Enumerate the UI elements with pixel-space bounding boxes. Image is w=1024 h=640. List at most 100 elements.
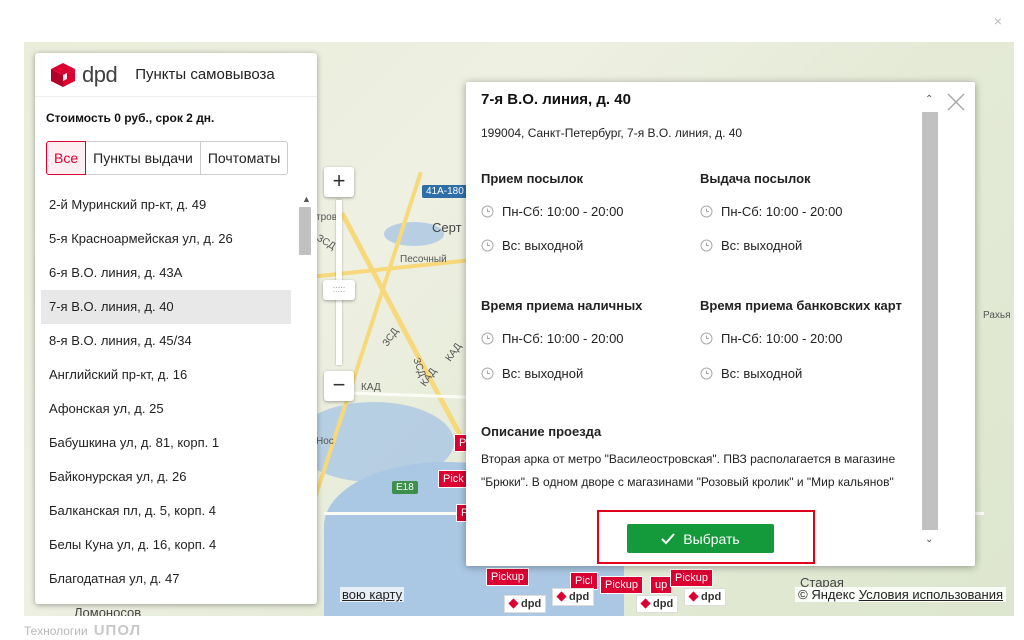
pickup-marker[interactable]: Pick xyxy=(438,470,469,488)
detail-scrollbar-thumb[interactable] xyxy=(922,112,938,530)
panel-header: dpd Пункты самовывоза xyxy=(35,53,317,97)
map-label-lomonosov: Ломоносов xyxy=(74,605,142,616)
clock-icon xyxy=(481,367,494,380)
terms-link[interactable]: Условия использования xyxy=(859,587,1003,602)
section-issue-title: Выдача посылок xyxy=(700,171,811,186)
schedule-text: Пн-Сб: 10:00 - 20:00 xyxy=(502,331,624,346)
clock-icon xyxy=(700,367,713,380)
checkmark-icon xyxy=(661,532,676,544)
schedule-row: Вс: выходной xyxy=(481,238,583,253)
select-button[interactable]: Выбрать xyxy=(627,524,774,553)
list-item-selected[interactable]: 7-я В.О. линия, д. 40 xyxy=(41,290,291,324)
tab-postamats[interactable]: Почтоматы xyxy=(200,141,289,175)
road-label: КАД xyxy=(361,382,381,393)
pickup-points-panel: dpd Пункты самовывоза Стоимость 0 руб., … xyxy=(35,53,317,604)
filter-tabs: Все Пункты выдачи Почтоматы xyxy=(46,141,317,175)
schedule-row: Вс: выходной xyxy=(700,238,802,253)
clock-icon xyxy=(481,239,494,252)
schedule-text: Пн-Сб: 10:00 - 20:00 xyxy=(721,331,843,346)
close-icon[interactable] xyxy=(945,91,967,113)
zoom-out-button[interactable]: − xyxy=(324,371,354,401)
page: × Серт Песочный Рахья Старая Ломоносов Н… xyxy=(0,0,1024,640)
schedule-row: Пн-Сб: 10:00 - 20:00 xyxy=(700,204,843,219)
map-label-trov: тров xyxy=(316,212,338,223)
schedule-row: Пн-Сб: 10:00 - 20:00 xyxy=(700,331,843,346)
list-scroll-up-icon[interactable]: ▲ xyxy=(302,194,311,204)
pickup-marker[interactable]: Pickup xyxy=(600,576,644,594)
map-label-nos: Нос xyxy=(316,436,334,447)
road-badge: 41А-180 xyxy=(422,185,468,198)
pickup-marker[interactable]: up xyxy=(650,576,673,594)
map-open-link[interactable]: вою карту xyxy=(340,587,405,602)
clock-icon xyxy=(481,205,494,218)
road-label: КАД xyxy=(443,341,464,364)
section-cash-title: Время приема наличных xyxy=(481,298,643,313)
delivery-cost: Стоимость 0 руб., срок 2 дн. xyxy=(46,111,215,125)
list-item[interactable]: Байконурская ул, д. 26 xyxy=(41,460,291,494)
list-item[interactable]: 2-й Муринский пр-кт, д. 49 xyxy=(41,188,291,222)
map-label-sert: Серт xyxy=(432,220,462,235)
dpd-marker[interactable]: dpd xyxy=(636,595,679,613)
pickup-marker[interactable]: Pickup xyxy=(670,569,714,587)
close-icon[interactable]: × xyxy=(989,12,1007,30)
detail-scroll-down-icon[interactable]: ⌄ xyxy=(925,534,933,545)
section-cards-title: Время приема банковских карт xyxy=(700,298,902,313)
map-copyright: © Яндекс Условия использования xyxy=(795,587,1006,602)
clock-icon xyxy=(700,239,713,252)
schedule-row: Вс: выходной xyxy=(700,366,802,381)
zoom-slider-handle[interactable]: ::::: xyxy=(323,280,355,300)
clock-icon xyxy=(481,332,494,345)
section-receive-title: Прием посылок xyxy=(481,171,584,186)
list-scrollbar-thumb[interactable] xyxy=(299,207,311,255)
zoom-in-button[interactable]: + xyxy=(324,167,354,197)
list-item[interactable]: Благодатная ул, д. 47 xyxy=(41,562,291,596)
detail-scroll-up-icon[interactable]: ⌃ xyxy=(925,94,933,105)
upop-logo: UПОЛ xyxy=(93,622,142,639)
dpd-logo-text: dpd xyxy=(82,61,118,87)
schedule-row: Вс: выходной xyxy=(481,366,583,381)
clock-icon xyxy=(700,332,713,345)
map-label-pesochny: Песочный xyxy=(400,254,447,265)
map-label-rakhya: Рахья xyxy=(983,310,1011,321)
dpd-marker[interactable]: dpd xyxy=(684,588,727,606)
description-title: Описание проезда xyxy=(481,424,602,439)
pickup-point-details: 7-я В.О. линия, д. 40 199004, Санкт-Пете… xyxy=(466,82,975,566)
dpd-marker[interactable]: dpd xyxy=(552,588,595,606)
road-badge: E18 xyxy=(392,481,418,494)
panel-title: Пункты самовывоза xyxy=(135,66,275,83)
tab-all[interactable]: Все xyxy=(46,141,87,175)
powered-by: Технологии UПОЛ xyxy=(24,622,141,639)
detail-address: 199004, Санкт-Петербург, 7-я В.О. линия,… xyxy=(481,126,743,140)
list-item[interactable]: Балканская пл, д. 5, корп. 4 xyxy=(41,494,291,528)
copyright-text: © Яндекс xyxy=(798,587,856,602)
schedule-row: Пн-Сб: 10:00 - 20:00 xyxy=(481,204,624,219)
tab-pickup-points[interactable]: Пункты выдачи xyxy=(86,141,201,175)
list-item[interactable]: Бабушкина ул, д. 81, корп. 1 xyxy=(41,426,291,460)
dpd-marker[interactable]: dpd xyxy=(504,595,547,613)
description-text: Вторая арка от метро "Василеостровская".… xyxy=(481,452,896,489)
road-label: ЗСД xyxy=(410,356,428,379)
road-label: ЗСД xyxy=(314,232,338,253)
dpd-cube-icon xyxy=(50,62,76,88)
list-item[interactable]: Афонская ул, д. 25 xyxy=(41,392,291,426)
list-item[interactable]: 5-я Красноармейская ул, д. 26 xyxy=(41,222,291,256)
list-item[interactable]: Английский пр-кт, д. 16 xyxy=(41,358,291,392)
pickup-list[interactable]: 2-й Муринский пр-кт, д. 49 5-я Красноарм… xyxy=(41,188,317,598)
schedule-text: Пн-Сб: 10:00 - 20:00 xyxy=(721,204,843,219)
list-item[interactable]: 8-я В.О. линия, д. 45/34 xyxy=(41,324,291,358)
schedule-text: Вс: выходной xyxy=(721,366,803,381)
list-item[interactable]: Белы Куна ул, д. 16, корп. 4 xyxy=(41,528,291,562)
schedule-text: Вс: выходной xyxy=(502,238,584,253)
detail-title: 7-я В.О. линия, д. 40 xyxy=(481,91,631,108)
clock-icon xyxy=(700,205,713,218)
dpd-logo: dpd xyxy=(50,61,118,88)
select-button-label: Выбрать xyxy=(683,530,740,547)
list-item[interactable]: 6-я В.О. линия, д. 43А xyxy=(41,256,291,290)
powered-by-text: Технологии xyxy=(24,623,88,638)
schedule-text: Вс: выходной xyxy=(721,238,803,253)
schedule-row: Пн-Сб: 10:00 - 20:00 xyxy=(481,331,624,346)
schedule-text: Пн-Сб: 10:00 - 20:00 xyxy=(502,204,624,219)
schedule-text: Вс: выходной xyxy=(502,366,584,381)
road-label: ЗСД xyxy=(380,326,402,349)
pickup-marker[interactable]: Pickup xyxy=(486,568,530,586)
